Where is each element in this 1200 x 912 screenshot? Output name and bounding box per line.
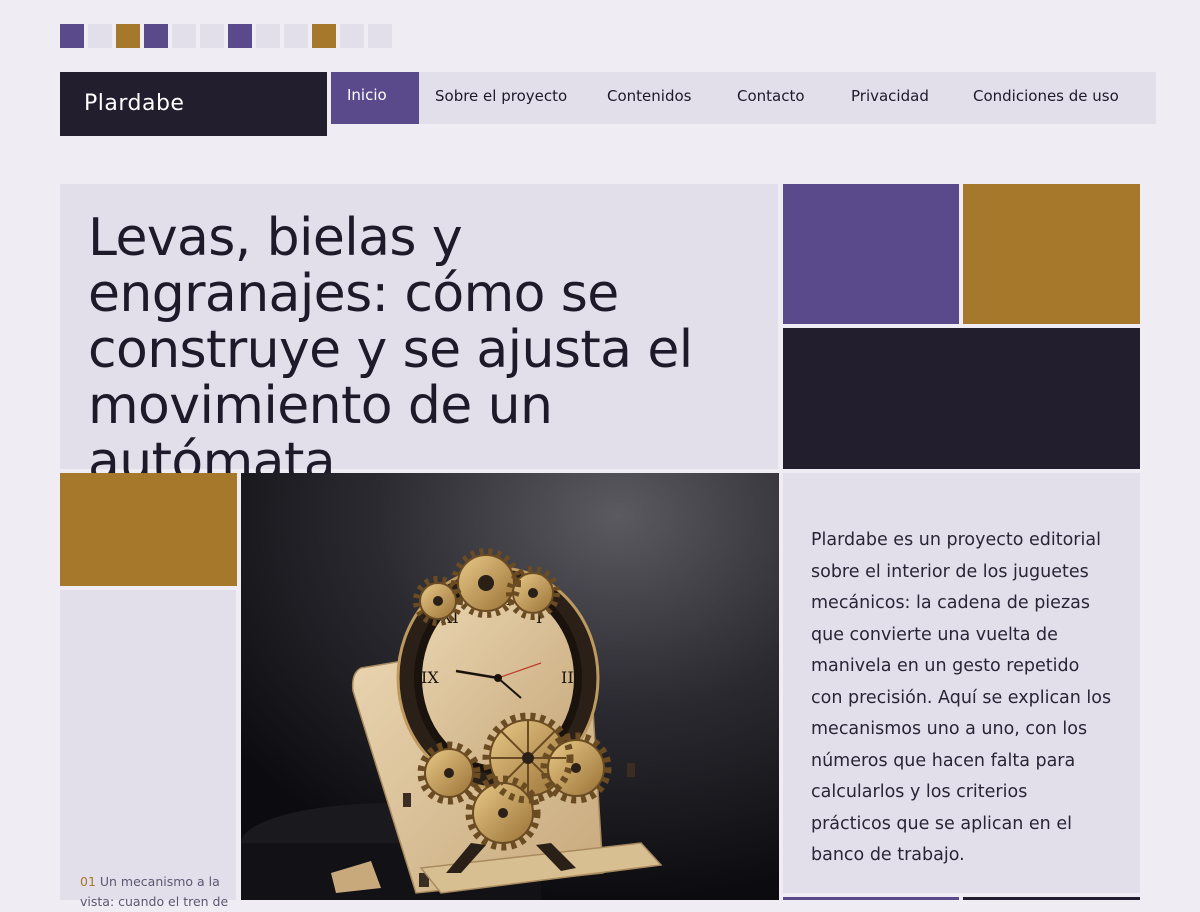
page-title: Levas, bielas y engranajes: cómo se cons… xyxy=(88,208,693,492)
intro-text: Plardabe es un proyecto editorial sobre … xyxy=(811,530,1112,865)
decor-block-dark xyxy=(783,328,1140,469)
caption-text: Un mecanismo a la vista: cuando el tren … xyxy=(80,874,229,909)
decor-square xyxy=(312,24,336,48)
decor-square xyxy=(368,24,392,48)
decor-square xyxy=(200,24,224,48)
decor-square xyxy=(172,24,196,48)
nav-item-sobre-el-proyecto[interactable]: Sobre el proyecto xyxy=(419,72,603,124)
nav-item-inicio[interactable]: Inicio xyxy=(331,72,431,124)
nav-item-privacidad[interactable]: Privacidad xyxy=(835,72,969,124)
decor-square xyxy=(116,24,140,48)
decor-square xyxy=(88,24,112,48)
wooden-gear-clock-kit-icon: XII III VI IX I XI xyxy=(241,473,779,900)
caption-card xyxy=(60,590,236,900)
decor-square xyxy=(228,24,252,48)
image-caption: 01 Un mecanismo a la vista: cuando el tr… xyxy=(80,872,230,912)
hero-title-tile: Levas, bielas y engranajes: cómo se cons… xyxy=(60,184,778,490)
decor-square xyxy=(144,24,168,48)
caption-number: 01 xyxy=(80,874,96,889)
decor-block-gold xyxy=(963,184,1140,324)
hero-image: XII III VI IX I XI xyxy=(241,473,779,900)
decor-square xyxy=(340,24,364,48)
nav-item-contenidos[interactable]: Contenidos xyxy=(591,72,733,124)
nav-item-contacto[interactable]: Contacto xyxy=(721,72,847,124)
decor-square xyxy=(284,24,308,48)
decor-block-gold-small xyxy=(60,473,237,586)
decor-square xyxy=(60,24,84,48)
site-logo[interactable]: Plardabe xyxy=(60,72,327,136)
intro-card: Plardabe es un proyecto editorial sobre … xyxy=(783,473,1140,893)
decor-square xyxy=(256,24,280,48)
decor-block-purple xyxy=(783,184,959,324)
nav-item-condiciones-de-uso[interactable]: Condiciones de uso xyxy=(957,72,1156,124)
svg-text:IX: IX xyxy=(421,668,439,687)
svg-text:III: III xyxy=(561,668,580,687)
